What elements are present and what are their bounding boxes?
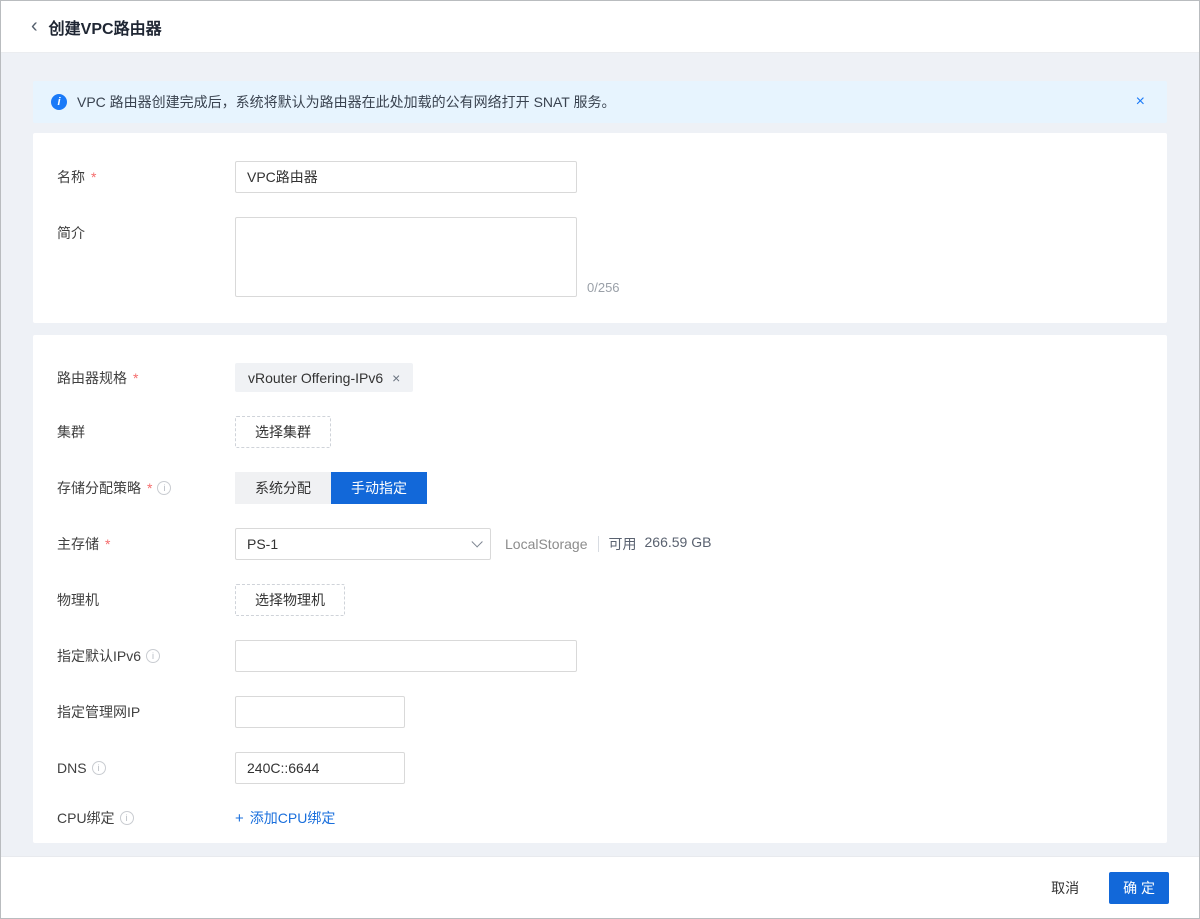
primary-storage-value: PS-1: [247, 536, 278, 552]
cpu-pin-row: CPU绑定 i + 添加CPU绑定: [57, 808, 1143, 828]
add-cpu-pin-link[interactable]: + 添加CPU绑定: [235, 808, 335, 828]
name-input[interactable]: [235, 161, 577, 193]
mgmt-ip-input[interactable]: [235, 696, 405, 728]
info-icon: i: [51, 94, 67, 110]
storage-policy-help-icon[interactable]: i: [157, 481, 171, 495]
offering-tag-label: vRouter Offering-IPv6: [248, 370, 383, 386]
cancel-button[interactable]: 取消: [1051, 878, 1079, 898]
create-vpc-router-dialog: ‹ 创建VPC路由器 i VPC 路由器创建完成后，系统将默认为路由器在此处加载…: [0, 0, 1200, 919]
required-mark: *: [147, 480, 152, 496]
offering-row: 路由器规格* vRouter Offering-IPv6 ×: [57, 363, 1143, 392]
confirm-button[interactable]: 确 定: [1109, 872, 1169, 904]
primary-storage-meta: LocalStorage 可用 266.59 GB: [505, 534, 711, 554]
storage-policy-option-system[interactable]: 系统分配: [235, 472, 331, 504]
config-card: 路由器规格* vRouter Offering-IPv6 × 集群 选择集群 存…: [33, 335, 1167, 843]
cluster-label: 集群: [57, 422, 235, 442]
storage-available: 可用 266.59 GB: [609, 534, 712, 554]
host-label: 物理机: [57, 590, 235, 610]
storage-type: LocalStorage: [505, 536, 588, 552]
storage-policy-toggle: 系统分配 手动指定: [235, 472, 427, 504]
description-row: 简介 0/256: [57, 217, 1143, 297]
primary-storage-label: 主存储*: [57, 534, 235, 554]
storage-policy-label: 存储分配策略* i: [57, 478, 235, 498]
primary-storage-row: 主存储* PS-1 LocalStorage 可用 266.59 GB: [57, 528, 1143, 560]
snat-info-banner: i VPC 路由器创建完成后，系统将默认为路由器在此处加载的公有网络打开 SNA…: [33, 81, 1167, 123]
char-counter: 0/256: [587, 280, 620, 295]
banner-close-icon[interactable]: ×: [1132, 92, 1149, 112]
required-mark: *: [91, 169, 96, 185]
select-cluster-button[interactable]: 选择集群: [235, 416, 331, 448]
ipv6-row: 指定默认IPv6 i: [57, 640, 1143, 672]
ipv6-label: 指定默认IPv6 i: [57, 646, 235, 666]
ipv6-input[interactable]: [235, 640, 577, 672]
plus-icon: +: [235, 811, 244, 826]
primary-storage-select[interactable]: PS-1: [235, 528, 491, 560]
cpu-pin-label: CPU绑定 i: [57, 808, 235, 828]
divider: [598, 536, 599, 552]
dns-row: DNS i: [57, 752, 1143, 784]
ipv6-help-icon[interactable]: i: [146, 649, 160, 663]
select-host-button[interactable]: 选择物理机: [235, 584, 345, 616]
host-row: 物理机 选择物理机: [57, 584, 1143, 616]
offering-label: 路由器规格*: [57, 368, 235, 388]
banner-text: VPC 路由器创建完成后，系统将默认为路由器在此处加载的公有网络打开 SNAT …: [77, 92, 616, 112]
mgmt-ip-row: 指定管理网IP: [57, 696, 1143, 728]
form-content: i VPC 路由器创建完成后，系统将默认为路由器在此处加载的公有网络打开 SNA…: [1, 53, 1199, 856]
name-label: 名称*: [57, 167, 235, 187]
page-header: ‹ 创建VPC路由器: [1, 1, 1199, 53]
storage-policy-row: 存储分配策略* i 系统分配 手动指定: [57, 472, 1143, 504]
required-mark: *: [105, 536, 110, 552]
dns-help-icon[interactable]: i: [92, 761, 106, 775]
tag-remove-icon[interactable]: ×: [392, 371, 400, 385]
page-title: 创建VPC路由器: [49, 15, 162, 39]
basic-info-card: 名称* 简介 0/256: [33, 133, 1167, 323]
storage-policy-option-manual[interactable]: 手动指定: [331, 472, 427, 504]
back-icon[interactable]: ‹: [31, 16, 38, 36]
description-label: 简介: [57, 223, 235, 243]
description-textarea[interactable]: [235, 217, 577, 297]
name-row: 名称*: [57, 161, 1143, 193]
mgmt-ip-label: 指定管理网IP: [57, 702, 235, 722]
offering-tag[interactable]: vRouter Offering-IPv6 ×: [235, 363, 413, 392]
dns-input[interactable]: [235, 752, 405, 784]
dialog-footer: 取消 确 定: [1, 856, 1199, 918]
chevron-down-icon: [471, 536, 482, 547]
cpu-pin-help-icon[interactable]: i: [120, 811, 134, 825]
required-mark: *: [133, 370, 138, 386]
cluster-row: 集群 选择集群: [57, 416, 1143, 448]
dns-label: DNS i: [57, 760, 235, 776]
